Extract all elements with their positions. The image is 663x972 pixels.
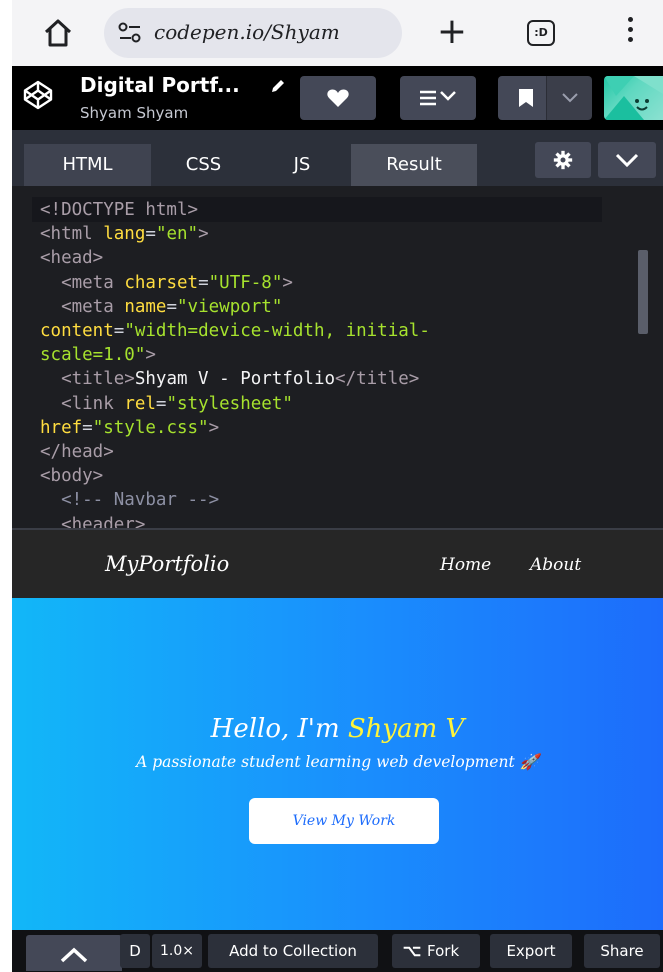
add-to-collection-button[interactable]: Add to Collection [208,934,378,968]
code-token: <link [61,393,114,414]
view-my-work-button[interactable]: View My Work [249,798,439,844]
code-token: <head> [40,248,104,269]
code-line-1: <!DOCTYPE html> [40,200,199,220]
fork-icon [403,946,421,957]
love-button[interactable] [300,76,376,120]
edit-pencil-icon[interactable] [270,78,286,94]
code-token: charset [124,272,199,293]
url-text[interactable]: codepen.io/Shyam [154,20,340,44]
change-view-button[interactable] [400,76,476,120]
code-token: > [198,224,209,245]
code-token: <title> [61,369,135,390]
tab-css[interactable]: CSS [153,144,254,186]
zoom-button[interactable]: 1.0× [152,934,202,968]
code-token: <html [40,224,93,245]
preview-nav-home[interactable]: Home [440,555,491,575]
pen-header: Digital Portf... Shyam Shyam [12,66,663,130]
address-bar[interactable]: codepen.io/Shyam [104,8,402,58]
preview-nav-about[interactable]: About [530,555,581,575]
code-editor: HTML CSS JS Result <!DOCTYPE html> <html… [12,130,663,530]
hero-heading-name: Shyam V [347,714,465,744]
hero-heading-prefix: Hello, I'm [210,714,348,744]
hero-subtitle: A passionate student learning web develo… [136,753,539,771]
bookmark-dropdown-button[interactable] [546,76,592,120]
code-token: content [40,321,114,342]
browser-toolbar: codepen.io/Shyam + :D [12,0,663,66]
code-token: rel [124,393,156,414]
avatar-face-icon [604,76,663,120]
result-preview: MyPortfolio Home About Hello, I'm Shyam … [12,530,663,930]
code-token: "width=device-width, initial- [124,321,430,342]
pen-title[interactable]: Digital Portf... [80,73,240,97]
footer-truncated-button[interactable]: D [120,934,150,968]
code-token: "en" [155,224,199,245]
code-token: Shyam V - Portfolio [134,369,336,390]
more-menu-icon[interactable] [622,14,638,50]
expand-console-button[interactable] [26,935,122,971]
share-button[interactable]: Share [584,934,660,968]
code-token: "UTF-8" [208,272,283,293]
chevron-down-icon [615,153,639,167]
code-token: </head> [40,442,114,463]
bookmark-icon [519,89,533,107]
code-token: href [40,417,83,438]
avatar[interactable] [604,76,663,120]
code-token: <meta [61,272,114,293]
code-token: <meta [61,296,114,317]
code-token: <body> [40,466,104,487]
tab-html[interactable]: HTML [24,144,151,186]
code-token: > [145,345,156,366]
tab-result[interactable]: Result [351,144,477,186]
home-icon[interactable] [42,17,74,49]
code-token: lang [103,224,146,245]
editor-settings-button[interactable] [535,142,591,178]
fork-button[interactable]: Fork [392,934,480,968]
new-tab-icon[interactable]: + [432,12,472,52]
fork-label: Fork [427,942,460,960]
export-button[interactable]: Export [490,934,572,968]
pen-footer: D 1.0× Add to Collection Fork Export Sha… [12,930,663,972]
collapse-editor-button[interactable] [598,142,656,178]
preview-navbar: MyPortfolio Home About [12,530,663,598]
code-area[interactable]: <!DOCTYPE html> <html lang="en"> <head> … [12,186,663,530]
code-token: > [282,272,293,293]
layout-icon [420,90,456,106]
pen-author[interactable]: Shyam Shyam [80,104,188,122]
code-token: scale=1.0" [40,345,146,366]
site-settings-icon[interactable] [118,22,142,44]
code-token: > [208,417,220,438]
code-comment: <!-- Navbar --> [61,490,220,511]
tab-switcher-icon[interactable]: :D [527,20,555,46]
preview-logo[interactable]: MyPortfolio [105,552,229,576]
editor-tabs: HTML CSS JS Result [12,130,663,186]
heart-icon [327,89,349,107]
editor-scrollbar[interactable] [638,250,648,334]
code-token: "viewport" [177,296,283,317]
code-token: </title> [335,369,420,390]
gear-icon [553,150,573,170]
code-token: name [124,296,167,317]
codepen-logo-icon[interactable] [22,79,54,111]
html-code[interactable]: <!DOCTYPE html> <html lang="en"> <head> … [40,198,620,530]
chevron-down-icon [562,93,578,103]
code-token: "style.css" [92,417,209,438]
tab-js[interactable]: JS [256,144,348,186]
code-token: "stylesheet" [166,393,293,414]
hero-heading: Hello, I'm Shyam V [12,714,663,744]
preview-hero: Hello, I'm Shyam V A passionate student … [12,598,663,930]
chevron-up-icon [60,947,88,963]
